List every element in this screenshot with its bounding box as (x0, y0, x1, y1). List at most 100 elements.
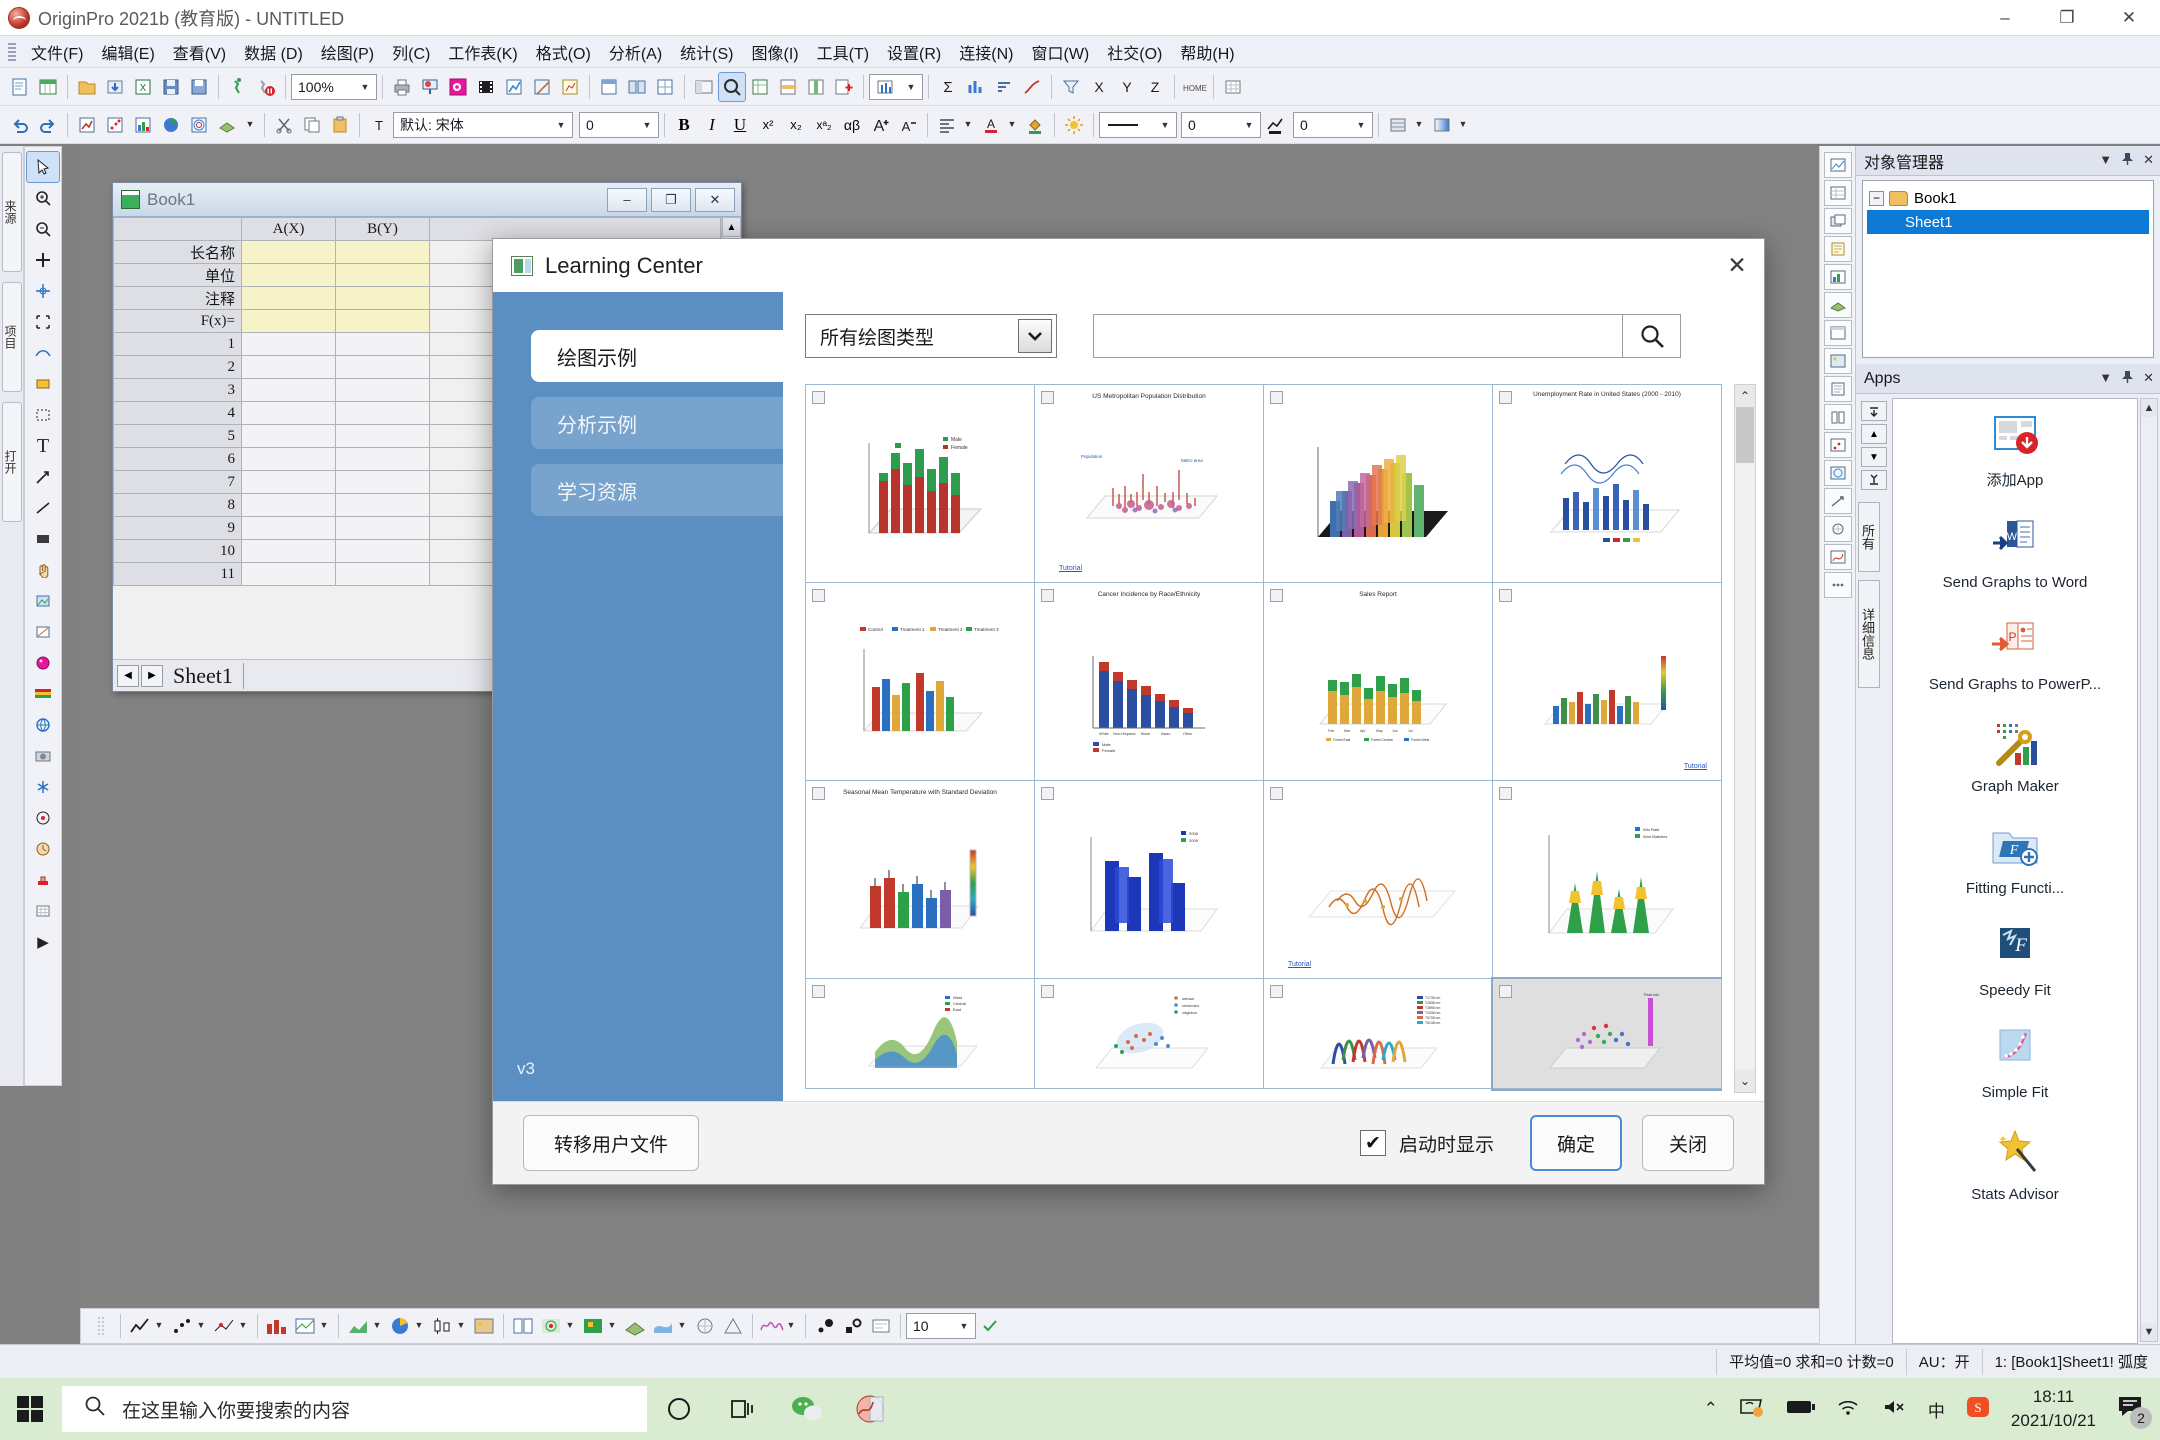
data-cell-A[interactable] (242, 494, 336, 517)
rail-surface-icon[interactable] (1824, 292, 1852, 318)
globe-icon[interactable] (27, 710, 59, 740)
data-cell-A[interactable] (242, 448, 336, 471)
book1-close-button[interactable]: ✕ (695, 188, 735, 212)
target-icon[interactable] (27, 803, 59, 833)
graph-icon[interactable] (501, 73, 527, 101)
data-cell-B[interactable] (336, 517, 430, 540)
pin-icon[interactable] (1270, 391, 1283, 404)
transfer-user-files-button[interactable]: 转移用户文件 (523, 1115, 699, 1171)
text-color-icon[interactable]: A (978, 111, 1004, 139)
thumbnail-tutorial-link[interactable]: Tutorial (1288, 961, 1311, 968)
apps-bottom-button[interactable] (1861, 470, 1887, 490)
supsub-button[interactable]: xᵃ₂ (811, 111, 837, 139)
add-row-icon[interactable] (775, 73, 801, 101)
line-tool-icon[interactable] (27, 493, 59, 523)
snapshot-icon[interactable] (27, 741, 59, 771)
data-cell-A[interactable] (242, 471, 336, 494)
brightness-icon[interactable] (1061, 111, 1087, 139)
superscript-button[interactable]: x² (755, 111, 781, 139)
apps-scroll-down-button[interactable]: ▼ (1861, 447, 1887, 467)
ok-button[interactable]: 确定 (1530, 1115, 1622, 1171)
rail-tab-template-library[interactable]: 来源 (2, 152, 22, 272)
chevron-down-icon[interactable]: ▼ (315, 1313, 333, 1337)
thumbnail-filled-area-3d[interactable]: West Central East (806, 979, 1035, 1089)
row-number[interactable]: 7 (114, 471, 242, 494)
surface-dropdown[interactable]: ▼ (677, 1313, 691, 1339)
chevron-down-icon[interactable]: ▼ (1240, 113, 1258, 137)
chevron-down-icon[interactable]: ▼ (192, 1313, 210, 1337)
data-filter-icon[interactable] (1058, 73, 1084, 101)
home-icon[interactable]: HOME (1181, 73, 1207, 101)
notification-center-button[interactable]: 2 (2116, 1394, 2146, 1425)
zoom-in-tool-icon[interactable] (27, 183, 59, 213)
chevron-down-icon[interactable]: ▼ (959, 112, 977, 136)
lc-tab-analysis-samples[interactable]: 分析示例 (531, 397, 783, 449)
arrow-tool-icon[interactable] (27, 462, 59, 492)
pan-tool-icon[interactable] (27, 555, 59, 585)
video-builder-icon[interactable] (473, 73, 499, 101)
line-plot-dropdown[interactable]: ▼ (154, 1313, 168, 1339)
data-cell-B[interactable] (336, 540, 430, 563)
chevron-down-icon[interactable]: ▼ (603, 1313, 621, 1337)
new-workbook-icon[interactable] (35, 73, 61, 101)
wave-dropdown[interactable]: ▼ (786, 1313, 800, 1339)
rail-contour-icon[interactable] (1824, 460, 1852, 486)
heatmap-dropdown[interactable]: ▼ (607, 1313, 621, 1339)
italic-button[interactable]: I (699, 111, 725, 139)
rail-book-icon[interactable] (1824, 404, 1852, 430)
chevron-down-icon[interactable]: ▼ (902, 75, 920, 99)
show-on-startup-checkbox[interactable]: ✔ (1360, 1130, 1386, 1156)
apps-top-button[interactable] (1861, 401, 1887, 421)
row-header-formula[interactable]: F(x)= (114, 310, 242, 333)
row-number[interactable]: 6 (114, 448, 242, 471)
apply-size-icon[interactable] (977, 1312, 1003, 1340)
matrix-dropdown[interactable]: ▼ (319, 1313, 333, 1339)
app-item-simple-fit[interactable]: Simple Fit (1893, 1011, 2137, 1113)
asterisk-icon[interactable] (27, 772, 59, 802)
tree-node-sheet1[interactable]: Sheet1 (1867, 210, 2149, 234)
plot-details-icon[interactable] (868, 1312, 894, 1340)
chevron-down-icon[interactable]: ▼ (1003, 112, 1021, 136)
symbol-size-combo[interactable]: 10 ▼ (906, 1313, 976, 1339)
menu-item-connect[interactable]: 连接(N) (950, 37, 1022, 67)
Y-icon[interactable]: Y (1114, 73, 1140, 101)
rail-scatter-icon[interactable] (1824, 432, 1852, 458)
text-color-dropdown[interactable]: ▼ (1005, 112, 1021, 138)
new-project-icon[interactable] (7, 73, 33, 101)
pin-icon[interactable] (1041, 985, 1054, 998)
thumbnail-3d-blue-columns[interactable]: 2008 2009 (1035, 781, 1264, 979)
thumbnail-3d-color-bars[interactable]: Tutorial (1493, 583, 1722, 781)
paste-icon[interactable] (327, 111, 353, 139)
pin-icon[interactable] (1270, 985, 1283, 998)
greek-button[interactable]: αβ (839, 111, 865, 139)
battery-icon[interactable] (1786, 1398, 1816, 1421)
book1-minimize-button[interactable]: – (607, 188, 647, 212)
thumbnail-3d-waterfall-colorful[interactable]: T1736 nm T2838 nm T3898 nm T4336 nm T570… (1264, 979, 1493, 1089)
maximize-button[interactable]: ❐ (2036, 0, 2098, 36)
thumbnail-sales-report[interactable]: Sales Report (1264, 583, 1493, 781)
underline-button[interactable]: U (727, 111, 753, 139)
start-button[interactable] (0, 1394, 62, 1424)
stamp-icon[interactable] (27, 865, 59, 895)
text-tool-icon[interactable]: T (27, 431, 59, 461)
tree-node-book1[interactable]: − Book1 (1867, 186, 2149, 210)
sort-icon[interactable] (991, 73, 1017, 101)
app-item-stats-advisor[interactable]: Stats Advisor (1893, 1113, 2137, 1215)
table-view-icon[interactable] (1220, 73, 1246, 101)
cell-formula-A[interactable] (242, 310, 336, 333)
cell-units-A[interactable] (242, 264, 336, 287)
Z-icon[interactable]: Z (1142, 73, 1168, 101)
data-cell-B[interactable] (336, 379, 430, 402)
data-cell-A[interactable] (242, 563, 336, 586)
line-style-combo[interactable]: ▼ (1099, 112, 1177, 138)
chevron-down-icon[interactable]: ▼ (2099, 370, 2112, 387)
chevron-down-icon[interactable]: ▼ (452, 1313, 470, 1337)
pin-icon[interactable] (812, 787, 825, 800)
taskbar-search-box[interactable]: 在这里输入你要搜索的内容 (62, 1386, 647, 1432)
menu-item-file[interactable]: 文件(F) (22, 37, 92, 67)
chevron-down-icon[interactable]: ▼ (638, 113, 656, 137)
pattern-fill-icon[interactable] (1385, 111, 1411, 139)
font-size-combo[interactable]: 0 ▼ (579, 112, 659, 138)
pin-icon[interactable] (1041, 787, 1054, 800)
app-item-send-graphs-to-powerpoint[interactable]: P Send Graphs to PowerP... (1893, 603, 2137, 705)
